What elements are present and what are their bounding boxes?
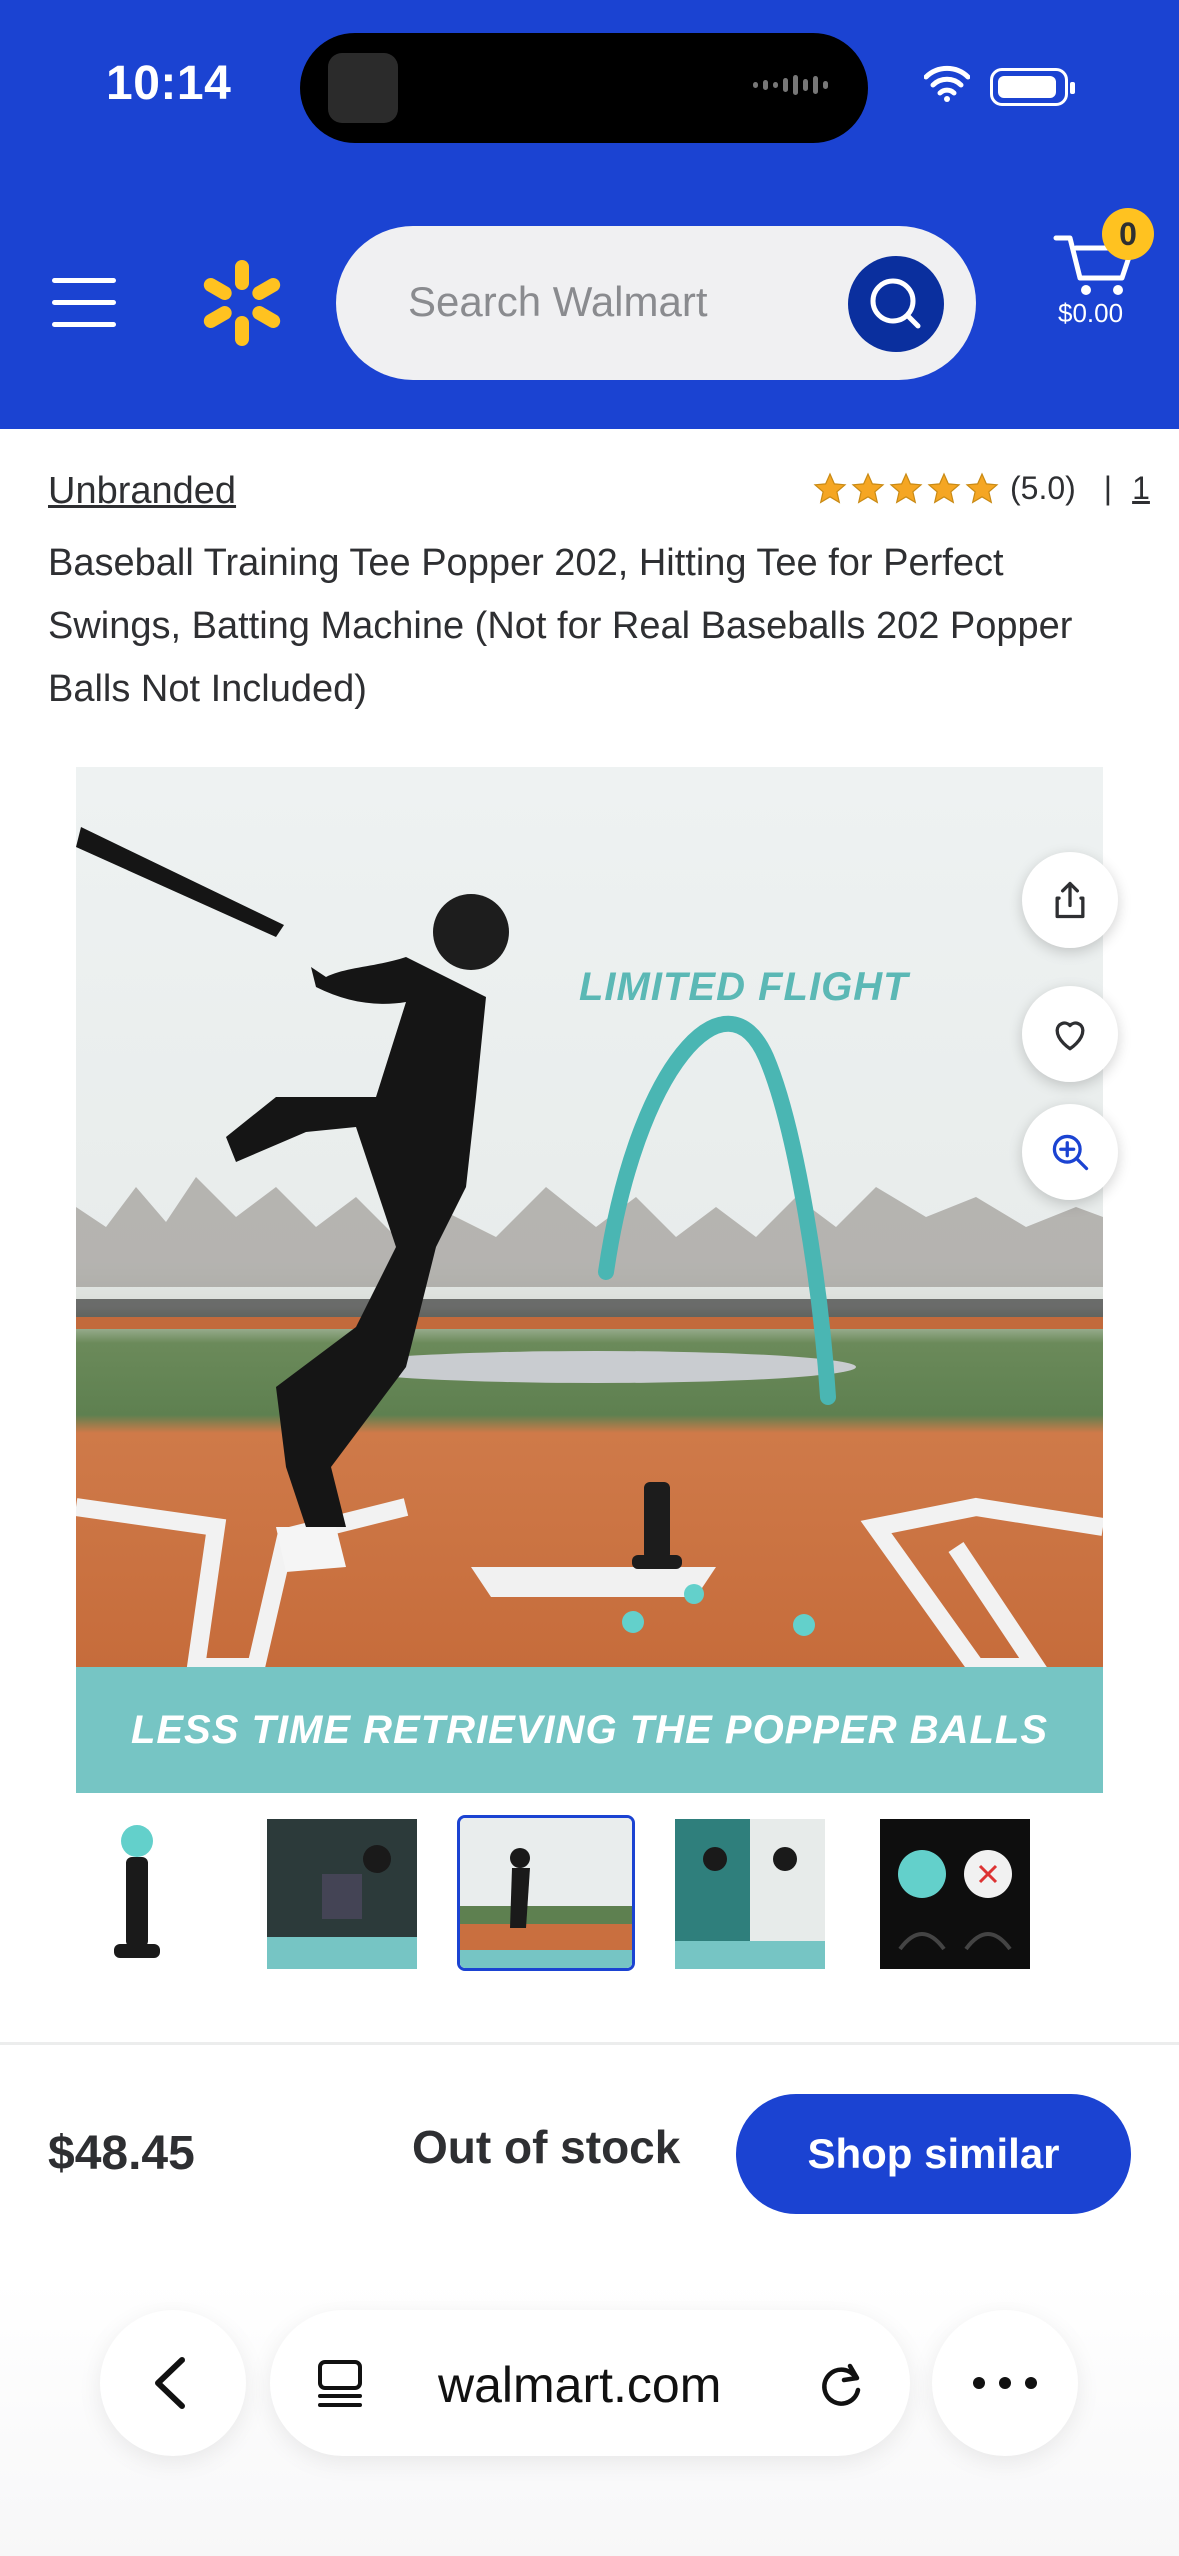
product-price: $48.45 <box>48 2127 195 2180</box>
search-icon <box>870 278 921 329</box>
search-button[interactable] <box>848 256 944 352</box>
search-placeholder: Search Walmart <box>408 278 708 325</box>
star-icon <box>851 472 885 504</box>
favorite-button[interactable] <box>1022 986 1118 1082</box>
thumbnail-3-selected[interactable] <box>457 1815 635 1971</box>
url-text: walmart.com <box>438 2357 722 2413</box>
now-playing-app-logo <box>328 53 398 123</box>
star-icon <box>927 472 961 504</box>
hero-photo-illustration <box>76 827 1103 1676</box>
hero-caption-top: LIMITED FLIGHT <box>579 965 909 1009</box>
rating-separator: | <box>1103 470 1113 506</box>
rating-value: (5.0) <box>1010 470 1076 506</box>
zoom-button[interactable] <box>1022 1104 1118 1200</box>
battery-icon <box>990 68 1075 106</box>
product-hero-image[interactable]: LIMITED FLIGHT LESS TIME RETRIEVING THE … <box>76 767 1103 1793</box>
stock-status: Out of stock <box>412 2121 681 2173</box>
hero-photo: LIMITED FLIGHT <box>76 767 1103 1676</box>
rating-summary[interactable]: (5.0) | 1 <box>812 470 1150 507</box>
thumbnail-4-image <box>675 1819 825 1969</box>
thumbnail-3-image <box>460 1818 632 1968</box>
cart-count-badge: 0 <box>1102 208 1154 260</box>
more-icon <box>973 2377 1037 2389</box>
back-icon <box>155 2357 185 2409</box>
address-bar[interactable]: walmart.com <box>270 2310 910 2456</box>
hero-banner: LESS TIME RETRIEVING THE POPPER BALLS <box>76 1667 1103 1793</box>
rating-stars <box>812 471 1000 507</box>
status-time: 10:14 <box>106 57 232 110</box>
thumbnail-5-image <box>880 1819 1030 1969</box>
brand-link[interactable]: Unbranded <box>48 470 236 513</box>
star-icon <box>965 472 999 504</box>
section-divider <box>0 2042 1179 2045</box>
menu-button[interactable] <box>52 278 116 328</box>
star-icon <box>889 472 923 504</box>
thumbnail-2-image <box>267 1819 417 1969</box>
more-options-button[interactable] <box>932 2310 1078 2456</box>
search-field[interactable]: Search Walmart <box>336 226 976 380</box>
back-button[interactable] <box>100 2310 246 2456</box>
zoom-in-icon <box>1052 1134 1089 1171</box>
dynamic-island <box>300 33 868 143</box>
walmart-spark-logo[interactable] <box>200 258 284 348</box>
tabs-icon <box>318 2360 362 2407</box>
audio-waveform-icon <box>753 75 828 95</box>
share-button[interactable] <box>1022 852 1118 948</box>
reload-icon[interactable] <box>814 2356 870 2412</box>
thumbnail-2[interactable] <box>267 1819 417 1969</box>
share-icon <box>1055 881 1085 919</box>
cart-total: $0.00 <box>1058 298 1124 328</box>
heart-icon <box>1055 1021 1085 1051</box>
shop-similar-button[interactable]: Shop similar <box>736 2094 1131 2214</box>
review-count-link[interactable]: 1 <box>1132 470 1150 507</box>
hero-caption-bottom: LESS TIME RETRIEVING THE POPPER BALLS <box>130 1708 1049 1752</box>
thumbnail-1[interactable] <box>62 1819 212 1969</box>
star-icon <box>813 472 847 504</box>
thumbnail-1-image <box>62 1819 212 1969</box>
hamburger-icon <box>52 278 116 283</box>
product-title: Baseball Training Tee Popper 202, Hittin… <box>48 542 1073 710</box>
wifi-icon <box>924 65 970 102</box>
header-bar: 10:14 Search Walmart 0 $0.00 <box>0 0 1179 429</box>
thumbnail-strip <box>0 1813 1179 1973</box>
thumbnail-4[interactable] <box>675 1819 825 1969</box>
thumbnail-5[interactable] <box>880 1819 1030 1969</box>
